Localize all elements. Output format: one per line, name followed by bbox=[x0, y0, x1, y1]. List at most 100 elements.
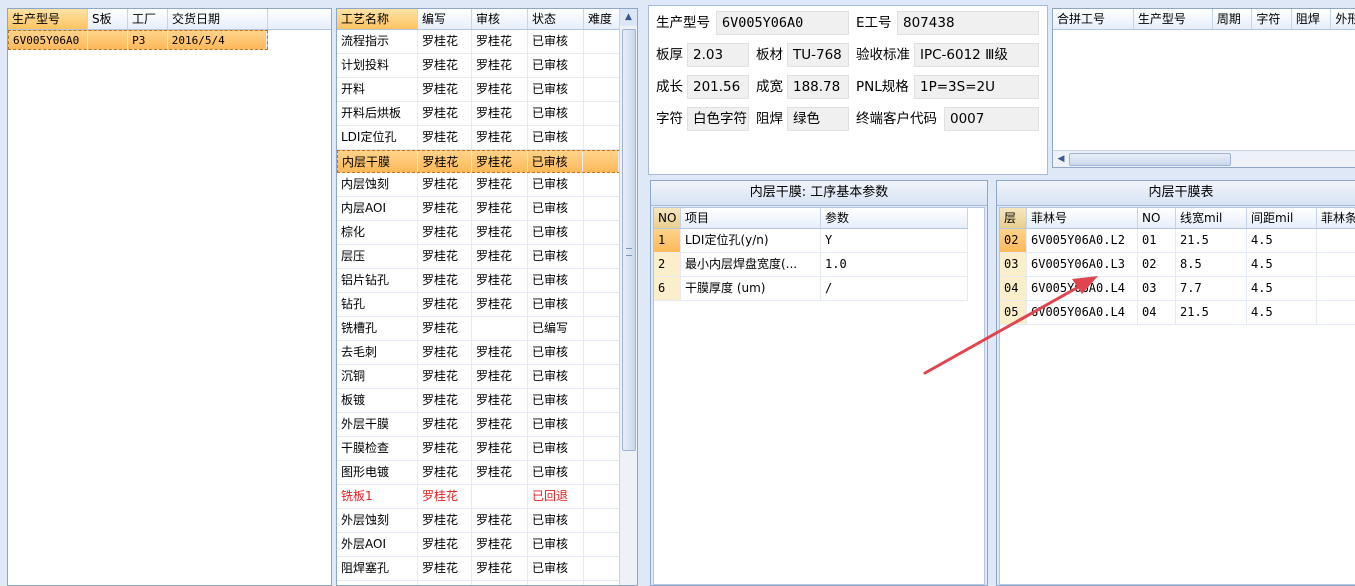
table-row[interactable]: 铣槽孔 罗桂花 已编写 bbox=[337, 317, 620, 341]
col-header-model[interactable]: 生产型号 bbox=[8, 9, 88, 29]
model-field[interactable]: 6V005Y06A0 bbox=[716, 11, 849, 35]
table-row[interactable]: 板镀 罗桂花 罗桂花 已审核 bbox=[337, 389, 620, 413]
table-row[interactable]: 6V005Y06A0 P3 2016/5/4 bbox=[8, 30, 268, 50]
table-row[interactable]: 2 最小内层焊盘宽度(... 1.0 bbox=[654, 253, 968, 277]
table-row[interactable]: 阻焊塞孔 罗桂花 罗桂花 已审核 bbox=[337, 557, 620, 581]
table-row[interactable]: 6 干膜厚度 (um) / bbox=[654, 277, 968, 301]
cell-status: 已审核 bbox=[528, 54, 584, 77]
scroll-left-icon[interactable]: ◀ bbox=[1055, 151, 1067, 167]
standard-field[interactable]: IPC-6012 Ⅲ级 bbox=[914, 43, 1039, 67]
material-field[interactable]: TU-768 bbox=[787, 43, 849, 67]
col-header-param[interactable]: 参数 bbox=[821, 208, 968, 228]
cell-reviewer: 罗桂花 bbox=[472, 151, 528, 172]
table-row[interactable]: 去毛刺 罗桂花 罗桂花 已审核 bbox=[337, 341, 620, 365]
table-row[interactable]: 内层蚀刻 罗桂花 罗桂花 已审核 bbox=[337, 173, 620, 197]
table-row[interactable]: 层压 罗桂花 罗桂花 已审核 bbox=[337, 245, 620, 269]
table-row[interactable]: 铣板1 罗桂花 已回退 bbox=[337, 485, 620, 509]
merge-hscrollbar[interactable]: ◀ bbox=[1053, 150, 1355, 167]
merge-grid[interactable]: 合拼工号 生产型号 周期 字符 阻焊 外形 ◀ bbox=[1052, 8, 1355, 168]
table-row[interactable]: 外层蚀刻 罗桂花 罗桂花 已审核 bbox=[337, 509, 620, 533]
scroll-thumb[interactable] bbox=[622, 29, 636, 451]
info-panel: 生产型号 6V005Y06A0 E工号 807438 板厚 2.03 板材 TU… bbox=[648, 5, 1048, 175]
material-label: 板材 bbox=[756, 47, 783, 63]
table-row[interactable]: 05 6V005Y06A0.L4 04 21.5 4.5 bbox=[1000, 301, 1355, 325]
table-row[interactable]: 阻焊套印罗桂花罗桂花已审核 bbox=[337, 581, 620, 585]
table-row[interactable]: 开料后烘板 罗桂花 罗桂花 已审核 bbox=[337, 102, 620, 126]
col-header-period[interactable]: 周期 bbox=[1213, 9, 1253, 29]
scroll-thumb[interactable] bbox=[1069, 153, 1231, 166]
cell-reviewer: 罗桂花 bbox=[472, 197, 528, 220]
cell-status: 已审核 bbox=[528, 413, 584, 436]
col-header-reviewer[interactable]: 审核 bbox=[472, 9, 528, 29]
col-header-layer[interactable]: 层 bbox=[1000, 208, 1027, 228]
cell-writer: 罗桂花 bbox=[418, 221, 472, 244]
table-row[interactable]: 干膜检查 罗桂花 罗桂花 已审核 bbox=[337, 437, 620, 461]
col-header-line[interactable]: 线宽mil bbox=[1176, 208, 1247, 228]
table-row[interactable]: 计划投料 罗桂花 罗桂花 已审核 bbox=[337, 54, 620, 78]
table-row[interactable]: 图形电镀 罗桂花 罗桂花 已审核 bbox=[337, 461, 620, 485]
table-row[interactable]: 开料 罗桂花 罗桂花 已审核 bbox=[337, 78, 620, 102]
char-field[interactable]: 白色字符 bbox=[687, 107, 749, 131]
table-row[interactable]: 04 6V005Y06A0.L4 03 7.7 4.5 bbox=[1000, 277, 1355, 301]
film-title: 内层干膜表 bbox=[997, 181, 1355, 206]
col-header-merge-model[interactable]: 生产型号 bbox=[1134, 9, 1213, 29]
col-header-item[interactable]: 项目 bbox=[681, 208, 821, 228]
col-header-status[interactable]: 状态 bbox=[528, 9, 584, 29]
col-header-char[interactable]: 字符 bbox=[1252, 9, 1292, 29]
cell-reviewer: 罗桂花 bbox=[472, 269, 528, 292]
cell-status: 已审核 bbox=[528, 581, 584, 585]
cell-no: 2 bbox=[654, 253, 681, 276]
cell-process: 铣槽孔 bbox=[337, 317, 418, 340]
cell-s bbox=[88, 31, 129, 49]
cell-status: 已审核 bbox=[528, 461, 584, 484]
col-header-space[interactable]: 间距mil bbox=[1247, 208, 1317, 228]
col-header-mask[interactable]: 阻焊 bbox=[1292, 9, 1332, 29]
thickness-field[interactable]: 2.03 bbox=[687, 43, 749, 67]
col-header-merge-no[interactable]: 合拼工号 bbox=[1053, 9, 1134, 29]
cell-writer: 罗桂花 bbox=[418, 533, 472, 556]
process-rows: 流程指示 罗桂花 罗桂花 已审核 计划投料 罗桂花 罗桂花 已审核 开料 罗桂花 罗桂花 已审核 开料后… bbox=[337, 30, 637, 585]
width-field[interactable]: 188.78 bbox=[787, 75, 849, 99]
cell-status: 已审核 bbox=[528, 197, 584, 220]
length-field[interactable]: 201.56 bbox=[687, 75, 749, 99]
col-header-s[interactable]: S板 bbox=[88, 9, 128, 29]
order-grid[interactable]: 生产型号 S板 工厂 交货日期 6V005Y06A0 P3 2016/5/4 bbox=[7, 8, 332, 586]
col-header-shape[interactable]: 外形 bbox=[1331, 9, 1355, 29]
film-grid[interactable]: 层 菲林号 NO 线宽mil 间距mil 菲林条 02 6V005Y06A0.L2… bbox=[999, 207, 1355, 585]
cell-difficulty bbox=[584, 102, 620, 125]
table-row[interactable]: 内层干膜 罗桂花 罗桂花 已审核 bbox=[337, 150, 620, 173]
table-row[interactable]: 03 6V005Y06A0.L3 02 8.5 4.5 bbox=[1000, 253, 1355, 277]
col-header-writer[interactable]: 编写 bbox=[418, 9, 472, 29]
table-row[interactable]: 钻孔 罗桂花 罗桂花 已审核 bbox=[337, 293, 620, 317]
col-header-factory[interactable]: 工厂 bbox=[128, 9, 168, 29]
table-row[interactable]: 内层AOI 罗桂花 罗桂花 已审核 bbox=[337, 197, 620, 221]
cell-writer: 罗桂花 bbox=[418, 78, 472, 101]
customer-field[interactable]: 0007 bbox=[944, 107, 1039, 131]
table-row[interactable]: 棕化 罗桂花 罗桂花 已审核 bbox=[337, 221, 620, 245]
table-row[interactable]: 沉铜 罗桂花 罗桂花 已审核 bbox=[337, 365, 620, 389]
col-header-film[interactable]: 菲林号 bbox=[1027, 208, 1138, 228]
table-row[interactable]: 外层AOI 罗桂花 罗桂花 已审核 bbox=[337, 533, 620, 557]
table-row[interactable]: LDI定位孔 罗桂花 罗桂花 已审核 bbox=[337, 126, 620, 150]
pnl-field[interactable]: 1P=3S=2U bbox=[914, 75, 1039, 99]
col-header-difficulty[interactable]: 难度 bbox=[584, 9, 620, 29]
table-row[interactable]: 02 6V005Y06A0.L2 01 21.5 4.5 bbox=[1000, 229, 1355, 253]
mask-field[interactable]: 绿色 bbox=[787, 107, 849, 131]
table-row[interactable]: 1 LDI定位孔(y/n) Y bbox=[654, 229, 968, 253]
col-header-film-strip[interactable]: 菲林条 bbox=[1317, 208, 1355, 228]
table-row[interactable]: 流程指示 罗桂花 罗桂花 已审核 bbox=[337, 30, 620, 54]
table-row[interactable]: 铝片钻孔 罗桂花 罗桂花 已审核 bbox=[337, 269, 620, 293]
table-row[interactable]: 外层干膜 罗桂花 罗桂花 已审核 bbox=[337, 413, 620, 437]
params-grid[interactable]: NO 项目 参数 1 LDI定位孔(y/n) Y 2 最小内层焊盘宽度(... 1.0 6 干… bbox=[653, 207, 985, 585]
col-header-film-no[interactable]: NO bbox=[1138, 208, 1176, 228]
process-scrollbar[interactable]: ▲ bbox=[619, 9, 637, 585]
col-header-process[interactable]: 工艺名称 bbox=[337, 9, 418, 29]
cell-writer: 罗桂花 bbox=[418, 245, 472, 268]
process-grid[interactable]: 工艺名称 编写 审核 状态 难度 流程指示 罗桂花 罗桂花 已审核 计划投料 罗桂花 罗桂花… bbox=[336, 8, 638, 586]
col-header-date[interactable]: 交货日期 bbox=[168, 9, 268, 29]
scroll-up-icon[interactable]: ▲ bbox=[620, 9, 637, 26]
eno-field[interactable]: 807438 bbox=[897, 11, 1039, 35]
cell-reviewer: 罗桂花 bbox=[472, 581, 528, 585]
cell-film: 6V005Y06A0.L3 bbox=[1027, 253, 1138, 276]
col-header-no[interactable]: NO bbox=[654, 208, 681, 228]
